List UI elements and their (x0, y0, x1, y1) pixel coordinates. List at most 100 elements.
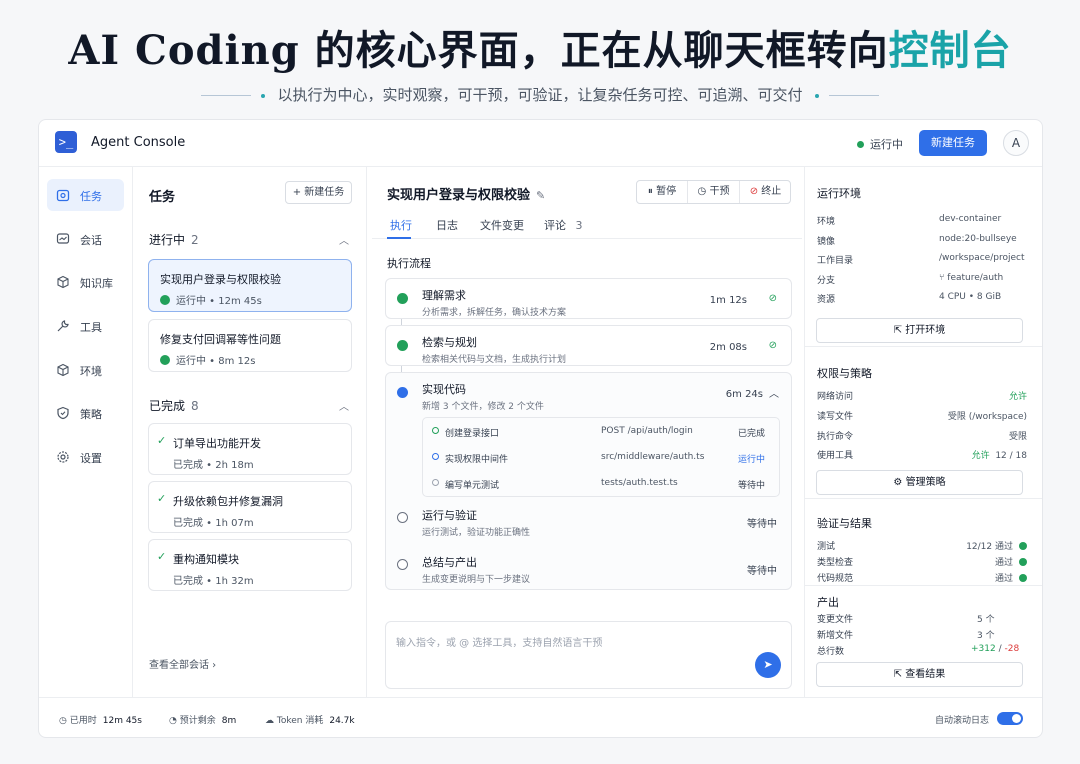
token-label: Token 消耗 (276, 716, 324, 726)
elapsed-time: ◷ 已用时 12m 45s (59, 713, 142, 726)
step-desc: 检索相关代码与文档，生成执行计划 (422, 355, 567, 365)
cube-icon (57, 275, 69, 289)
dot-left (260, 93, 265, 98)
chevron-up-icon[interactable]: ︿ (769, 385, 779, 400)
manage-policy-button[interactable]: ⚙ 管理策略 (816, 470, 1023, 495)
running-icon (160, 355, 170, 365)
step-time: 2m 08s (709, 342, 747, 353)
stop-icon: ⊘ (749, 186, 759, 197)
clock-icon: ◷ (59, 716, 67, 726)
tab-exec[interactable]: 执行 (390, 217, 412, 233)
verify-row: 类型检查 通过 (817, 555, 1027, 568)
tab-comments-count: 3 (575, 219, 583, 232)
sidebar: 任务 会话 知识库 工具 环境 策略 设置 (39, 167, 133, 697)
status-dot-icon (857, 141, 864, 148)
task-card-meta: 已完成 • 1h 07m (173, 518, 254, 529)
sidebar-item-tools[interactable]: 工具 (47, 310, 124, 342)
kv-value: 通过 (995, 571, 1027, 584)
task-card-meta: 运行中 • 8m 12s (160, 352, 255, 367)
step-done-icon (397, 293, 408, 304)
kv-key: 镜像 (817, 237, 836, 247)
token-icon: ☁ (265, 716, 274, 726)
chevron-up-icon[interactable]: ︿ (339, 232, 349, 247)
flow-step[interactable]: 运行与验证 运行测试，验证功能正确性 等待中 (386, 506, 791, 548)
policy-row: 网络访问 允许 (817, 389, 1027, 402)
new-task-button[interactable]: 新建任务 (919, 130, 987, 156)
task-detail-panel: 实现用户登录与权限校验 ✎ ⏸ 暂停 ◷ 干预 ⊘ 终止 执行 日志 文件变更 评… (372, 167, 802, 697)
open-env-button[interactable]: ⇱ 打开环境 (816, 318, 1023, 343)
policy-row: 读写文件 受限 (/workspace) (817, 409, 1027, 422)
sidebar-item-chat[interactable]: 会话 (47, 223, 124, 255)
step-name: 运行与验证 (422, 509, 477, 522)
task-card[interactable]: ✓ 订单导出功能开发 已完成 • 2h 18m (148, 423, 352, 475)
section-done-header[interactable]: 已完成 8 (149, 397, 199, 414)
sidebar-item-policy[interactable]: 策略 (47, 397, 124, 429)
chevron-up-icon[interactable]: ︿ (339, 398, 349, 413)
kv-value-count: 12 / 18 (995, 451, 1027, 461)
run-status-label: 运行中 (870, 138, 903, 151)
view-all-sessions-link[interactable]: 查看全部会话 › (149, 656, 216, 671)
step-name: 检索与规划 (422, 336, 477, 349)
step-desc: 分析需求，拆解任务，确认技术方案 (422, 308, 567, 318)
kv-value: 3 个 (977, 631, 995, 641)
step-name: 实现代码 (422, 383, 466, 396)
manage-policy-label: 管理策略 (905, 477, 946, 488)
dot-right (815, 93, 820, 98)
sidebar-item-settings[interactable]: 设置 (47, 441, 124, 473)
flow-step[interactable]: 总结与产出 生成变更说明与下一步建议 等待中 (386, 553, 791, 589)
token-usage: ☁ Token 消耗 24.7k (265, 713, 355, 726)
command-input[interactable]: 输入指令，或 @ 选择工具，支持自然语言干预 ➤ (385, 621, 792, 689)
autoscroll-toggle[interactable] (997, 712, 1023, 725)
kv-key: 新增文件 (817, 631, 854, 641)
task-card-meta-text: 运行中 • 12m 45s (176, 296, 262, 307)
sidebar-item-label: 工具 (80, 321, 102, 334)
running-icon (160, 295, 170, 305)
avatar[interactable]: A (1003, 130, 1029, 156)
sidebar-item-environment[interactable]: 环境 (47, 354, 124, 386)
sidebar-item-tasks[interactable]: 任务 (47, 179, 124, 211)
autoscroll-label: 自动滚动日志 (935, 716, 990, 726)
substep-row[interactable]: 创建登录接口 POST /api/auth/login 已完成 (423, 419, 779, 445)
substep-status: 已完成 (737, 429, 765, 439)
task-detail-title: 实现用户登录与权限校验 ✎ (387, 184, 545, 203)
section-running-header[interactable]: 进行中 2 (149, 231, 199, 248)
new-task-small-button[interactable]: + 新建任务 (285, 181, 352, 204)
kv-key: 读写文件 (817, 412, 854, 422)
elapsed-label: 已用时 (69, 716, 97, 726)
hero-banner: AI Coding 的核心界面，正在从聊天框转向控制台 以执行为中心，实时观察，… (0, 0, 1080, 118)
kv-value: 12/12 通过 (966, 539, 1027, 552)
send-button[interactable]: ➤ (755, 652, 781, 678)
pause-icon: ⏸ (647, 186, 653, 197)
check-circle-icon: ⊘ (768, 340, 777, 351)
flow-step[interactable]: 理解需求 分析需求，拆解任务，确认技术方案 1m 12s ⊘ (385, 278, 792, 319)
task-card-title: 修复支付回调幂等性问题 (160, 333, 281, 346)
kv-value: 允许 12 / 18 (972, 448, 1027, 461)
sidebar-item-knowledge[interactable]: 知识库 (47, 266, 124, 298)
app-title: Agent Console (91, 135, 186, 150)
intervene-button[interactable]: ◷ 干预 (688, 181, 740, 203)
gear-icon: ⚙ (893, 477, 903, 488)
policy-row: 使用工具 允许 12 / 18 (817, 448, 1027, 461)
stop-button[interactable]: ⊘ 终止 (740, 181, 791, 203)
substep-done-icon (432, 427, 439, 434)
tab-comments[interactable]: 评论 3 (544, 217, 583, 233)
task-card[interactable]: ✓ 重构通知模块 已完成 • 1h 32m (148, 539, 352, 591)
kv-key: 使用工具 (817, 451, 854, 461)
status-bar: ◷ 已用时 12m 45s ◔ 预计剩余 8m ☁ Token 消耗 24.7k 自动… (39, 697, 1042, 737)
remaining-time: ◔ 预计剩余 8m (169, 713, 236, 726)
clock-icon: ◷ (697, 186, 707, 197)
task-card[interactable]: 实现用户登录与权限校验 运行中 • 12m 45s (148, 259, 352, 312)
flow-step[interactable]: 检索与规划 检索相关代码与文档，生成执行计划 2m 08s ⊘ (385, 325, 792, 366)
info-panel: 运行环境 环境 dev-container 镜像 node:20-bullseye … (804, 167, 1042, 697)
pause-button[interactable]: ⏸ 暂停 (637, 181, 688, 203)
substep-row[interactable]: 实现权限中间件 src/middleware/auth.ts 运行中 (423, 445, 779, 471)
tab-files[interactable]: 文件变更 (480, 217, 524, 233)
substep-row[interactable]: 编写单元测试 tests/auth.test.ts 等待中 (423, 471, 779, 497)
task-card[interactable]: ✓ 升级依赖包并修复漏洞 已完成 • 1h 07m (148, 481, 352, 533)
view-results-button[interactable]: ⇱ 查看结果 (816, 662, 1023, 687)
tab-log[interactable]: 日志 (436, 217, 458, 233)
section-count: 8 (191, 399, 199, 413)
edit-pencil-icon[interactable]: ✎ (536, 189, 545, 202)
task-card[interactable]: 修复支付回调幂等性问题 运行中 • 8m 12s (148, 319, 352, 372)
section-label: 已完成 (149, 399, 186, 413)
